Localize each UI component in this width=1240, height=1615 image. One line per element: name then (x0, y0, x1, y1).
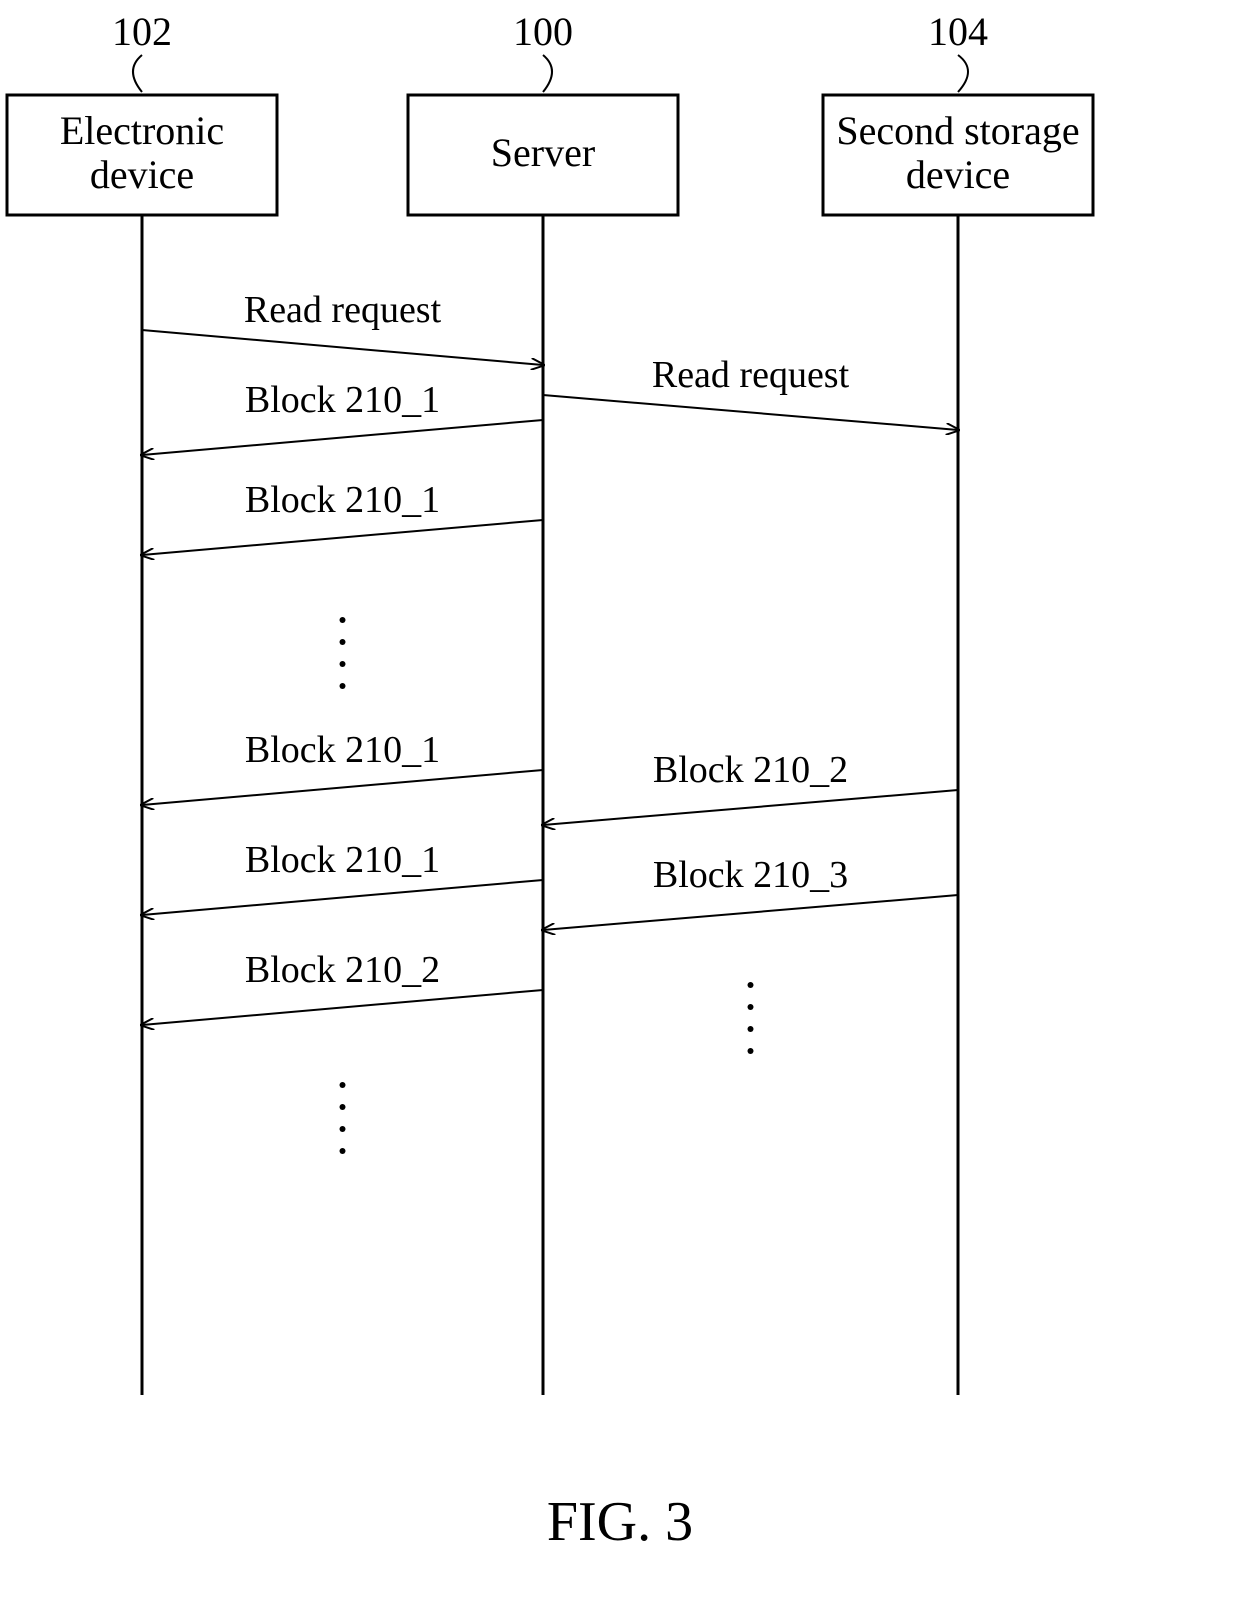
lifeline-label-storage: Second storage (836, 108, 1079, 153)
message-arrow (543, 790, 958, 825)
message-label: Read request (652, 354, 850, 396)
lifeline-ref-electronic: 102 (112, 9, 172, 54)
message-arrow (142, 520, 543, 555)
message-label: Read request (244, 289, 442, 331)
vdots-icon (340, 617, 346, 623)
message-arrow (543, 895, 958, 930)
lifeline-ref-connector (543, 55, 552, 92)
lifeline-label-electronic: Electronic (60, 108, 224, 153)
vdots-icon (340, 661, 346, 667)
message-arrow (142, 420, 543, 455)
lifeline-label-storage: device (906, 152, 1010, 197)
lifeline-ref-server: 100 (513, 9, 573, 54)
vdots-icon (340, 1126, 346, 1132)
vdots-icon (748, 982, 754, 988)
figure-caption: FIG. 3 (547, 1491, 693, 1553)
message-label: Block 210_1 (245, 729, 440, 771)
message-label: Block 210_1 (245, 479, 440, 521)
vdots-icon (748, 1004, 754, 1010)
vdots-icon (748, 1026, 754, 1032)
lifeline-ref-connector (958, 55, 968, 92)
vdots-icon (340, 639, 346, 645)
message-label: Block 210_1 (245, 839, 440, 881)
message-label: Block 210_3 (653, 854, 848, 896)
lifeline-label-server: Server (491, 130, 595, 175)
vdots-icon (748, 1048, 754, 1054)
lifeline-ref-connector (133, 55, 142, 92)
message-arrow (142, 330, 543, 365)
message-arrow (142, 770, 543, 805)
vdots-icon (340, 1104, 346, 1110)
message-arrow (543, 395, 958, 430)
message-label: Block 210_2 (653, 749, 848, 791)
message-label: Block 210_2 (245, 949, 440, 991)
lifeline-label-electronic: device (90, 152, 194, 197)
message-label: Block 210_1 (245, 379, 440, 421)
sequence-diagram: 102Electronicdevice100Server104Second st… (0, 0, 1240, 1615)
vdots-icon (340, 1148, 346, 1154)
vdots-icon (340, 1082, 346, 1088)
message-arrow (142, 990, 543, 1025)
lifeline-ref-storage: 104 (928, 9, 988, 54)
vdots-icon (340, 683, 346, 689)
message-arrow (142, 880, 543, 915)
